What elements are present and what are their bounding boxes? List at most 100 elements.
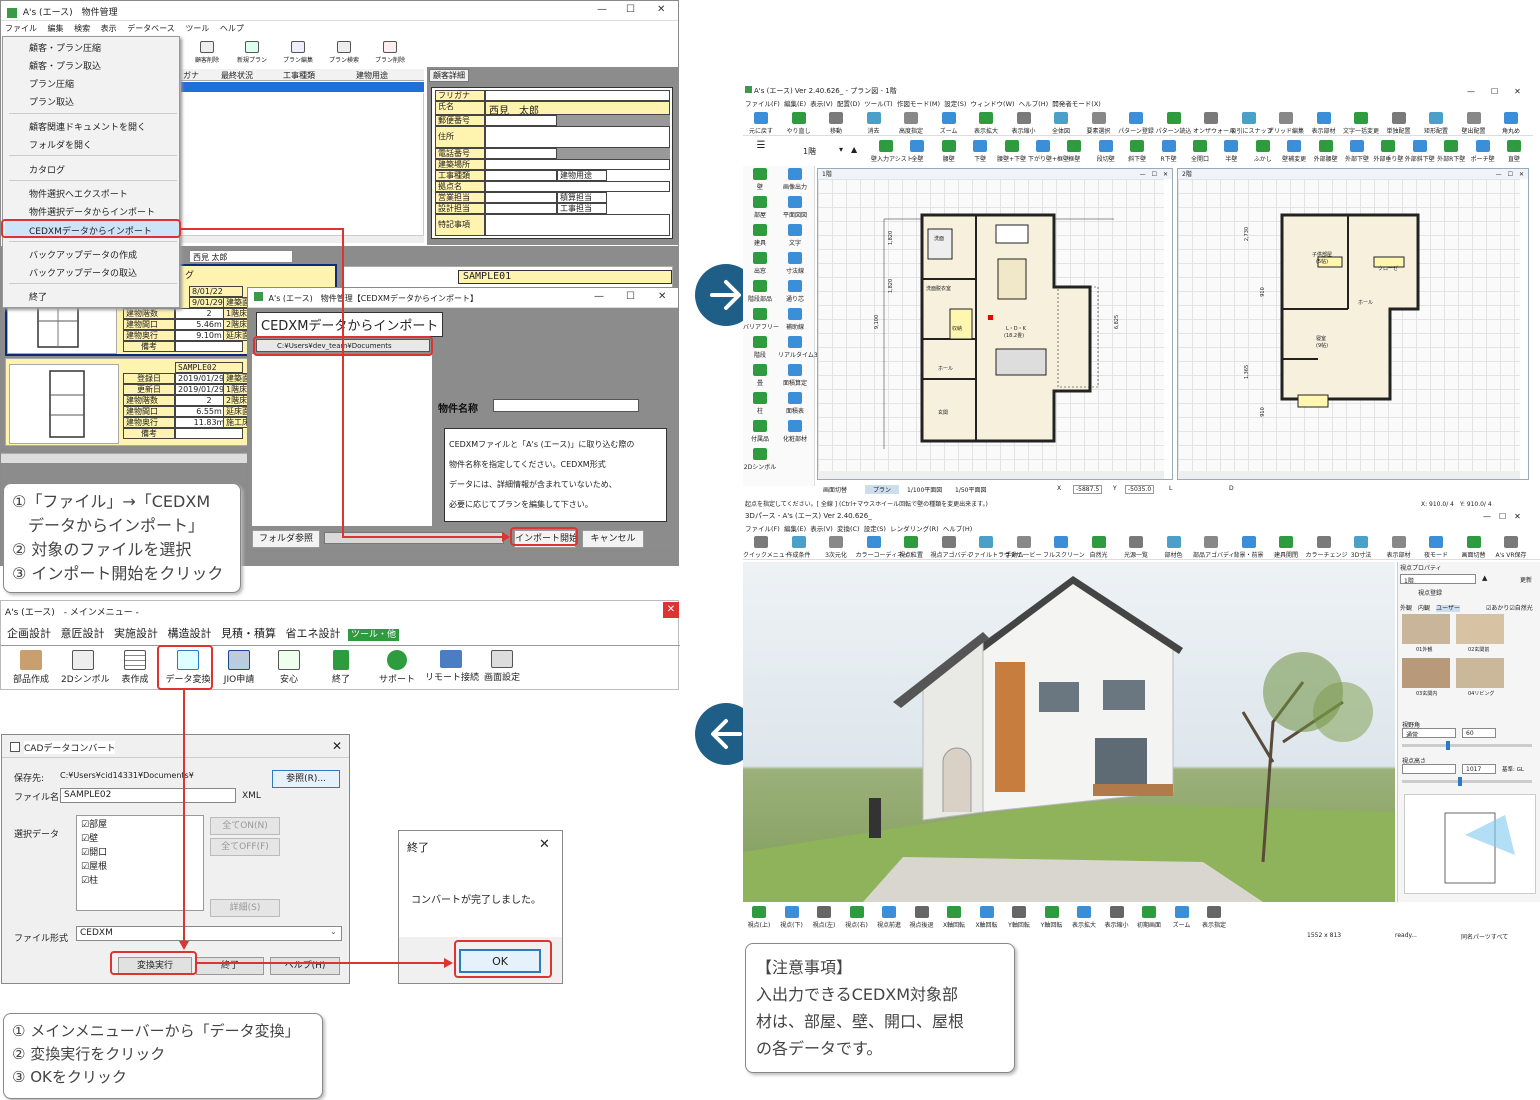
plan-scrollbar[interactable]: [1, 453, 249, 463]
menu-item[interactable]: レンダリング(R): [890, 525, 939, 533]
tab-interior[interactable]: 内観: [1418, 605, 1430, 612]
menu-exit[interactable]: 終了: [29, 290, 47, 303]
wall-tool-button[interactable]: 外部R下壁: [1436, 140, 1466, 163]
cancel-button[interactable]: キャンセル: [582, 530, 644, 548]
perspective-tool-button[interactable]: 画面切替: [1456, 536, 1492, 559]
view-thumb[interactable]: [1402, 658, 1450, 688]
menu-import-selection[interactable]: 物件選択データからインポート: [29, 205, 155, 218]
view-thumb[interactable]: [1402, 614, 1450, 644]
wall-tool-button[interactable]: ふかし: [1248, 140, 1278, 163]
menu-open-documents[interactable]: 顧客関連ドキュメントを開く: [29, 120, 146, 133]
check-natural-light[interactable]: 自然光: [1515, 605, 1533, 612]
perspective-tool-button[interactable]: 表示部材: [1381, 536, 1417, 559]
column-status[interactable]: 最終状況: [221, 70, 253, 81]
close-icon[interactable]: ✕: [657, 4, 665, 15]
nav-button[interactable]: Y軸回転: [1003, 906, 1035, 929]
height-value-input[interactable]: 1017: [1462, 764, 1496, 774]
perspective-tool-button[interactable]: 部材色: [1156, 536, 1192, 559]
detail-button[interactable]: 詳細(S): [210, 899, 280, 917]
edit-plan-button[interactable]: プラン編集: [277, 41, 319, 64]
menu-item[interactable]: ツール(T): [864, 100, 893, 108]
delete-customer-button[interactable]: 顧客削除: [187, 41, 227, 64]
height-slider[interactable]: [1402, 777, 1532, 786]
side-tool-button[interactable]: 画像出力: [778, 168, 812, 191]
support-button[interactable]: サポート: [375, 650, 419, 685]
nav-button[interactable]: X軸回転: [938, 906, 970, 929]
menu-import-customer-plan[interactable]: 顧客・プラン取込: [29, 59, 101, 72]
side-tool-button[interactable]: 寸法線: [778, 252, 812, 275]
wall-tool-button[interactable]: 腰壁+下壁: [997, 140, 1027, 163]
check-opening[interactable]: ☑開口: [81, 846, 199, 860]
plan-tool-button[interactable]: 矩形配置: [1418, 112, 1454, 135]
side-tool-button[interactable]: 出窓: [743, 252, 777, 275]
plan-tool-button[interactable]: パターン登録: [1118, 112, 1154, 135]
wall-tool-button[interactable]: 直壁: [1499, 140, 1529, 163]
menu-open-folder[interactable]: フォルダを開く: [29, 138, 92, 151]
menu-item[interactable]: 編集(E): [784, 100, 806, 108]
nav-button[interactable]: Y軸回転: [1036, 906, 1068, 929]
selected-row[interactable]: [181, 82, 424, 92]
tab-structure[interactable]: 構造設計: [168, 627, 212, 640]
nav-button[interactable]: 視点(上): [743, 906, 775, 929]
wall-tool-button[interactable]: 斜下壁: [1122, 140, 1152, 163]
status-item[interactable]: 1/50平面図: [955, 485, 986, 494]
wall-tool-button[interactable]: 外部垂り壁: [1373, 140, 1403, 163]
all-on-button[interactable]: 全てON(N): [210, 817, 280, 835]
nav-button[interactable]: 視点(右): [841, 906, 873, 929]
new-plan-button[interactable]: 新規プラン: [231, 41, 273, 64]
plan-tool-button[interactable]: オンザウォール: [1193, 112, 1235, 135]
plan-tool-button[interactable]: 表示拡大: [968, 112, 1004, 135]
perspective-tool-button[interactable]: 部品アゴバディ: [1193, 536, 1235, 559]
menu-item[interactable]: 設定(S): [944, 100, 966, 108]
menu-tools[interactable]: ツール: [185, 24, 209, 33]
wall-tool-button[interactable]: 腰壁: [934, 140, 964, 163]
perspective-tool-button[interactable]: 自然光: [1081, 536, 1117, 559]
menu-help[interactable]: ヘルプ: [220, 24, 244, 33]
status-item[interactable]: プラン: [865, 485, 900, 494]
menu-item[interactable]: ヘルプ(H): [943, 525, 972, 533]
chevron-up-icon[interactable]: ▲: [1482, 574, 1487, 582]
plan-tool-button[interactable]: 移動: [818, 112, 854, 135]
symbol-2d-button[interactable]: 2Dシンボル: [61, 650, 110, 685]
plan-tool-button[interactable]: 壁出配置: [1456, 112, 1492, 135]
perspective-tool-button[interactable]: 作成条件: [781, 536, 817, 559]
tab-exterior[interactable]: 外観: [1400, 605, 1412, 612]
menu-import-backup[interactable]: バックアップデータの取込: [29, 266, 137, 279]
wall-tool-button[interactable]: R下壁: [1154, 140, 1184, 163]
perspective-tool-button[interactable]: 視点アゴバディ: [931, 536, 972, 559]
nav-button[interactable]: 視点前進: [873, 906, 905, 929]
tab-user[interactable]: ユーザー: [1436, 605, 1460, 612]
side-tool-button[interactable]: 平面図図: [778, 196, 812, 219]
plan-tool-button[interactable]: 表示部材: [1306, 112, 1342, 135]
close-icon[interactable]: ✕: [663, 602, 679, 618]
nav-button[interactable]: 視点(下): [776, 906, 808, 929]
plan-tool-button[interactable]: 文字一括変更: [1343, 112, 1379, 135]
side-tool-button[interactable]: 部屋: [743, 196, 777, 219]
view-thumb[interactable]: [1456, 614, 1504, 644]
browse-button[interactable]: 参照(R)...: [272, 770, 340, 788]
perspective-tool-button[interactable]: 建具開閉: [1268, 536, 1304, 559]
tab-working[interactable]: 実施設計: [114, 627, 158, 640]
list-scrollbar[interactable]: [181, 235, 424, 243]
search-plan-button[interactable]: プラン検索: [323, 41, 365, 64]
nav-button[interactable]: 初期画面: [1133, 906, 1165, 929]
table-create-button[interactable]: 表作成: [113, 650, 157, 685]
address-field[interactable]: [485, 126, 670, 148]
wall-tool-button[interactable]: ポーチ壁: [1468, 140, 1498, 163]
wall-tool-button[interactable]: 外部斜下壁: [1405, 140, 1435, 163]
angle-value-input[interactable]: 60: [1462, 728, 1496, 738]
side-tool-button[interactable]: 壁: [743, 168, 777, 191]
maximize-icon[interactable]: ☐: [626, 291, 635, 302]
close-icon[interactable]: ✕: [539, 837, 550, 852]
plan-tool-button[interactable]: 消去: [856, 112, 892, 135]
perspective-tool-button[interactable]: 背景・前景: [1231, 536, 1267, 559]
menu-database[interactable]: データベース: [127, 24, 175, 33]
menu-catalog[interactable]: カタログ: [29, 163, 65, 176]
window-controls[interactable]: — ☐ ✕: [1483, 511, 1521, 522]
perspective-tool-button[interactable]: 3次元化: [818, 536, 854, 559]
update-button[interactable]: 更新: [1520, 575, 1532, 584]
phone-field[interactable]: [485, 148, 557, 159]
anshin-button[interactable]: 安心: [267, 650, 311, 685]
plan-tool-button[interactable]: 元に戻す: [743, 112, 779, 135]
wall-tool-button[interactable]: 壁補変更: [1279, 140, 1309, 163]
